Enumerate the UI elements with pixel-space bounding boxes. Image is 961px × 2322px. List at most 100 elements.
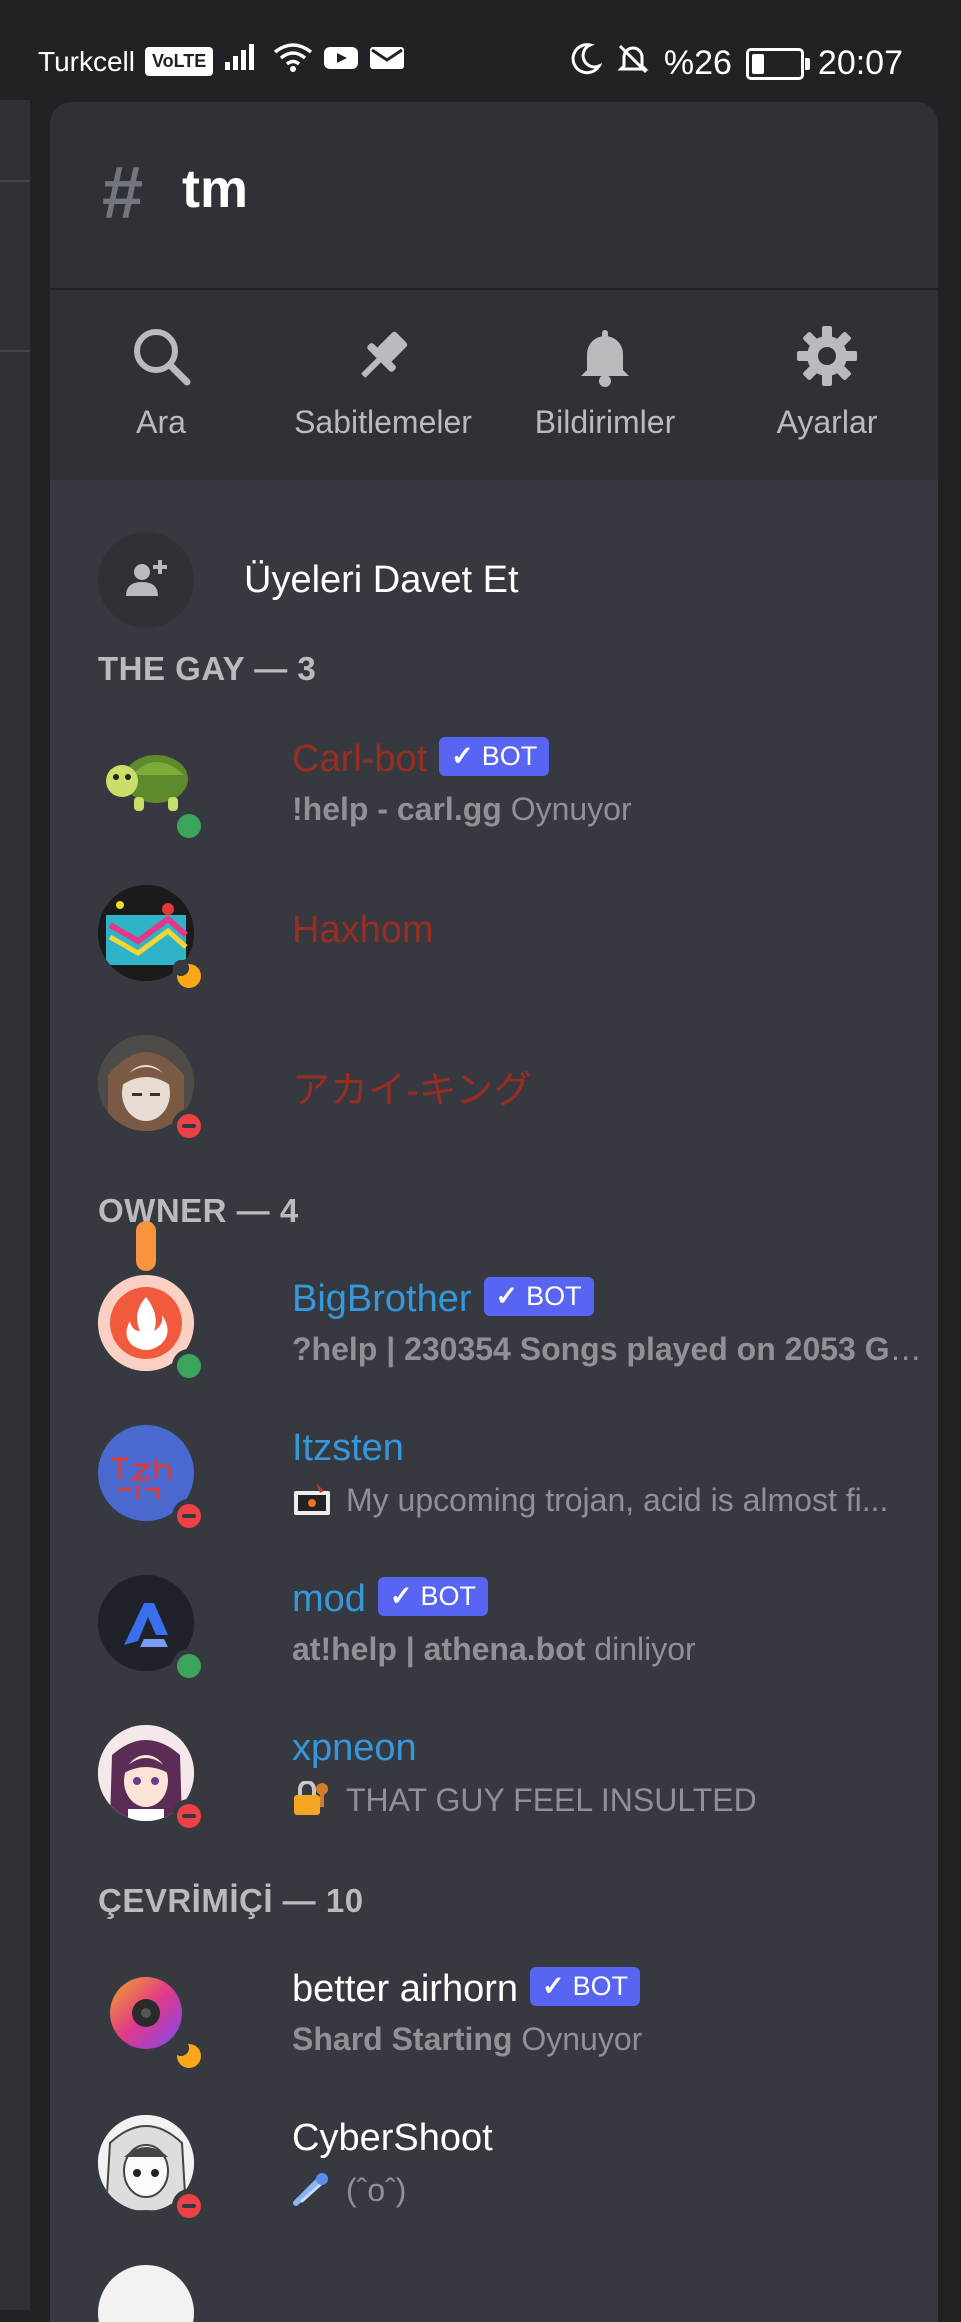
- notifications-button[interactable]: Bildirimler: [500, 290, 710, 441]
- member-mod[interactable]: mod ✓ BOT at!help | athena.bot dinliyor: [98, 1575, 938, 1685]
- presence-idle: [172, 2039, 206, 2073]
- activity-name: !help - carl.gg: [292, 791, 502, 827]
- bot-badge: ✓ BOT: [439, 737, 550, 776]
- search-button[interactable]: Ara: [56, 290, 266, 441]
- member-name-row: mod ✓ BOT: [292, 1577, 489, 1621]
- search-icon: [134, 329, 191, 386]
- carrier-label: Turkcell: [38, 45, 135, 77]
- member-custom-status: (ˆoˆ): [292, 2171, 406, 2209]
- moon-icon: [568, 42, 603, 85]
- member-bigbrother[interactable]: BigBrother ✓ BOT ?help | 230354 Songs play…: [98, 1221, 938, 1385]
- bot-badge: ✓ BOT: [483, 1277, 594, 1316]
- pins-button[interactable]: Sabitlemeler: [278, 290, 488, 441]
- member-name: CyberShoot: [292, 2117, 493, 2159]
- presence-dnd: [172, 2189, 206, 2223]
- member-name: Itzsten: [292, 1427, 404, 1469]
- member-haxhom[interactable]: Haxhom: [98, 885, 938, 995]
- gear-icon: [797, 326, 857, 386]
- computer-emoji-icon: [294, 1483, 330, 1515]
- member-better-airhorn[interactable]: better airhorn ✓ BOT Shard Starting Oynuyo…: [98, 1965, 938, 2075]
- mail-icon: [369, 42, 405, 81]
- bot-badge: ✓ BOT: [530, 1967, 641, 2006]
- member-name: mod: [292, 1578, 366, 1620]
- role-header-owner: OWNER — 4: [98, 1192, 299, 1229]
- notifications-label: Bildirimler: [534, 404, 676, 440]
- role-header-online: ÇEVRİMİÇİ — 10: [98, 1882, 364, 1919]
- bot-label: BOT: [481, 741, 538, 771]
- background-channel-list: [0, 100, 30, 2310]
- member-name: BigBrother: [292, 1278, 472, 1320]
- search-label: Ara: [136, 404, 186, 440]
- volte-badge: VoLTE: [144, 47, 214, 76]
- bell-off-icon: [616, 42, 650, 85]
- settings-label: Ayarlar: [776, 404, 878, 440]
- member-list-panel: # tm Ara Sabitlemeler Bildirimler Ayarla…: [50, 102, 938, 2322]
- activity-name: Shard Starting: [292, 2021, 513, 2057]
- bot-badge: ✓ BOT: [377, 1577, 489, 1616]
- presence-online: [172, 1649, 206, 1683]
- presence-dnd: [172, 1109, 206, 1143]
- battery-percent: %26: [663, 44, 732, 82]
- clock: 20:07: [817, 44, 903, 82]
- custom-status-text: My upcoming trojan, acid is almost fi...: [346, 1482, 889, 1518]
- presence-online: [172, 1349, 206, 1383]
- invite-members-label: Üyeleri Davet Et: [244, 558, 519, 601]
- presence-dnd: [172, 1799, 206, 1833]
- presence-idle: [172, 959, 206, 993]
- status-bar: Turkcell VoLTE %26 20:07: [0, 0, 961, 100]
- battery-icon: [745, 47, 810, 80]
- signal-icon: [223, 42, 263, 81]
- member-name: アカイ-キング: [292, 1070, 532, 1112]
- member-xpneon[interactable]: xpneon THAT GUY FEEL INSULTED: [98, 1725, 938, 1835]
- bell-icon: [581, 330, 629, 387]
- bot-label: BOT: [572, 1971, 629, 2001]
- activity-name: at!help | athena.bot: [292, 1631, 586, 1667]
- member-custom-status: THAT GUY FEEL INSULTED: [292, 1781, 757, 1819]
- add-user-icon: [98, 532, 194, 628]
- member-name: xpneon: [292, 1727, 417, 1769]
- member-activity: ?help | 230354 Songs played on 2053 Gu..…: [292, 1331, 932, 1368]
- channel-header: # tm: [50, 102, 938, 290]
- activity-name: ?help | 230354 Songs played on 2053 Gu..…: [292, 1331, 932, 1367]
- member-partial[interactable]: [98, 2265, 194, 2322]
- channel-name: tm: [182, 159, 248, 219]
- custom-status-text: (ˆoˆ): [346, 2172, 407, 2208]
- activity-type: Oynuyor: [512, 2021, 643, 2057]
- wifi-icon: [273, 42, 313, 81]
- custom-status-text: THAT GUY FEEL INSULTED: [346, 1782, 757, 1818]
- presence-online: [172, 809, 206, 843]
- member-name-row: better airhorn ✓ BOT: [292, 1967, 641, 2011]
- hash-icon: #: [102, 151, 144, 234]
- settings-button[interactable]: Ayarlar: [722, 290, 932, 441]
- invite-members-button[interactable]: Üyeleri Davet Et: [98, 532, 519, 628]
- member-cybershoot[interactable]: CyberShoot (ˆoˆ): [98, 2115, 938, 2225]
- avatar-decoration: [136, 1221, 156, 1271]
- pins-label: Sabitlemeler: [294, 404, 472, 440]
- check-icon: ✓: [495, 1281, 519, 1311]
- member-carl-bot[interactable]: Carl-bot ✓ BOT !help - carl.gg Oynuyor: [98, 735, 938, 845]
- lock-key-emoji-icon: [294, 1781, 328, 1815]
- comet-emoji-icon: [293, 2173, 328, 2206]
- member-itzsten[interactable]: Itzsten My upcoming trojan, acid is almo…: [98, 1425, 938, 1535]
- member-activity: !help - carl.gg Oynuyor: [292, 791, 632, 828]
- youtube-icon: [323, 42, 359, 81]
- member-akai-king[interactable]: アカイ-キング: [98, 1035, 938, 1145]
- check-icon: ✓: [542, 1971, 565, 2001]
- activity-type: Oynuyor: [501, 791, 632, 827]
- member-name-row: Carl-bot ✓ BOT: [292, 737, 550, 781]
- check-icon: ✓: [451, 741, 474, 771]
- activity-type: dinliyor: [585, 1631, 696, 1667]
- check-icon: ✓: [389, 1581, 413, 1611]
- member-name: Carl-bot: [292, 738, 428, 780]
- member-activity: Shard Starting Oynuyor: [292, 2021, 642, 2058]
- channel-actions: Ara Sabitlemeler Bildirimler Ayarlar: [50, 290, 938, 480]
- member-custom-status: My upcoming trojan, acid is almost fi...: [292, 1481, 888, 1519]
- member-activity: at!help | athena.bot dinliyor: [292, 1631, 696, 1668]
- pin-icon: [361, 331, 408, 378]
- member-name: Haxhom: [292, 909, 434, 951]
- bot-label: BOT: [420, 1581, 477, 1611]
- member-name: better airhorn: [292, 1968, 519, 2010]
- presence-dnd: [172, 1499, 206, 1533]
- member-name-row: BigBrother ✓ BOT: [292, 1277, 594, 1321]
- role-header-the-gay: THE GAY — 3: [98, 650, 317, 687]
